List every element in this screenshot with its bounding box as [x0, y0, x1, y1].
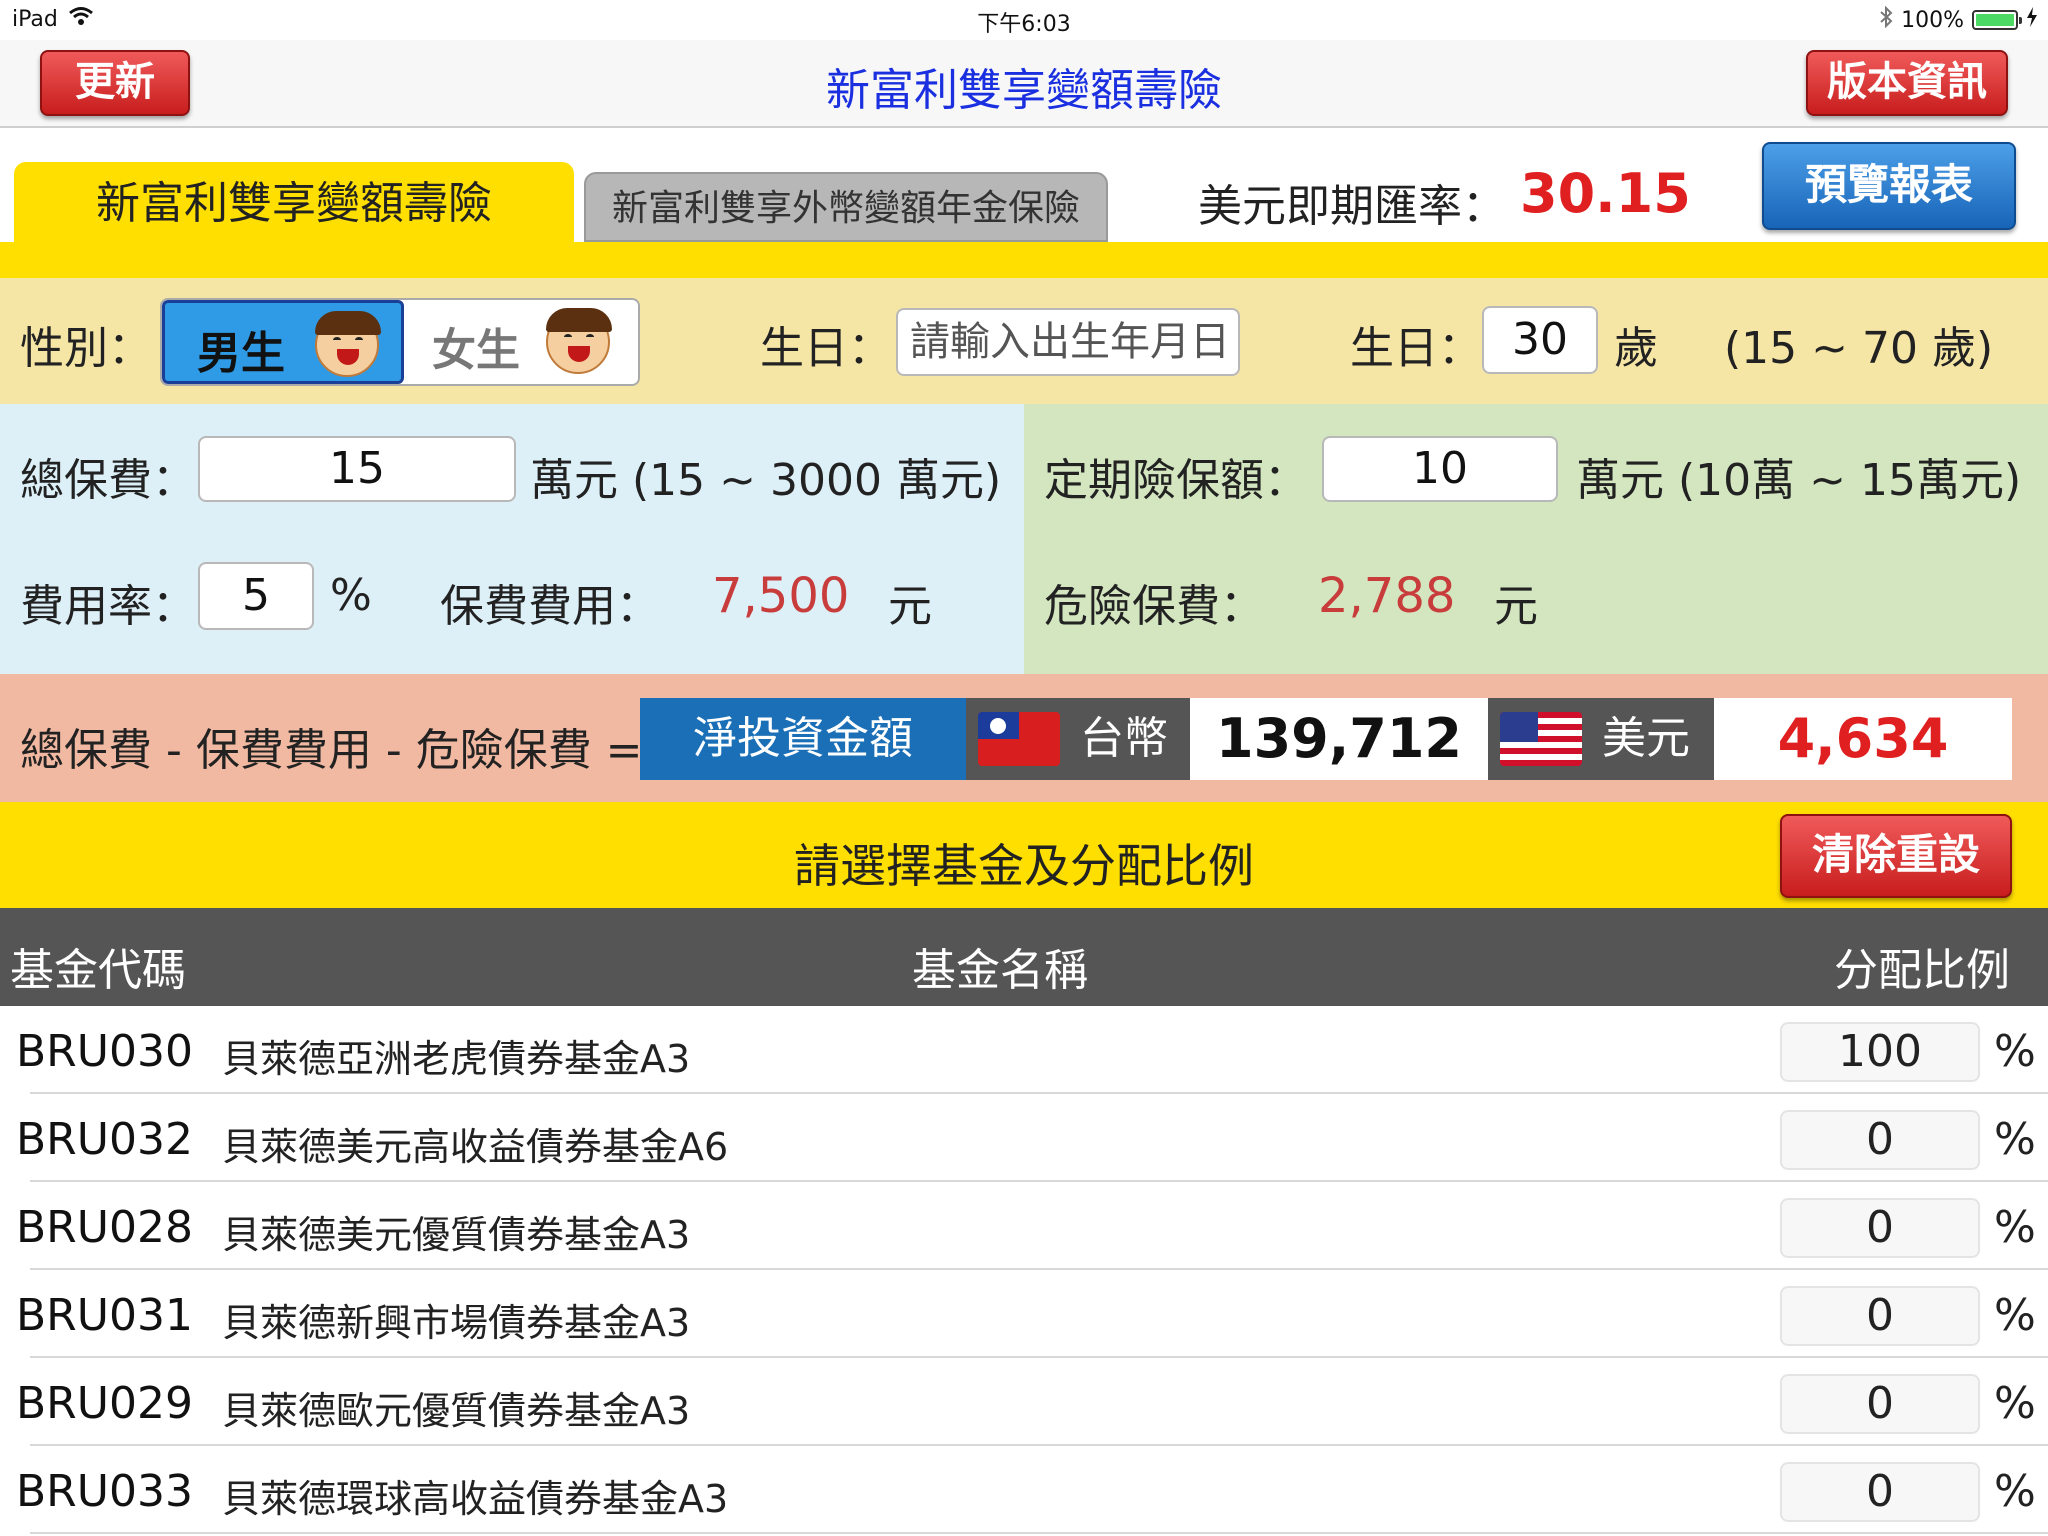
allocation-input[interactable]: 0: [1780, 1374, 1980, 1434]
girl-face-icon: [546, 308, 612, 374]
tab-life-insurance[interactable]: 新富利雙享變額壽險: [14, 162, 574, 242]
age-range: (15 ~ 70 歲): [1724, 323, 1994, 374]
bluetooth-icon: [1879, 5, 1893, 34]
twd-value: 139,712: [1190, 698, 1488, 780]
exchange-rate-label: 美元即期匯率：: [1198, 181, 1506, 232]
table-row: BRU028 貝萊德美元優質債券基金A3 0 %: [16, 1182, 2048, 1270]
nav-bar: 更新 新富利雙享變額壽險 版本資訊: [0, 40, 2048, 128]
allocation-input[interactable]: 0: [1780, 1198, 1980, 1258]
preview-report-button[interactable]: 預覽報表: [1762, 142, 2016, 230]
charging-icon: [2026, 7, 2038, 33]
table-row: BRU032 貝萊德美元高收益債券基金A6 0 %: [16, 1094, 2048, 1182]
premium-panel: 總保費： 15 萬元 (15 ~ 3000 萬元) 費用率： 5 % 保費費用：…: [0, 404, 1024, 674]
allocation-unit: %: [1994, 1202, 2036, 1253]
fund-name: 貝萊德歐元優質債券基金A3: [222, 1389, 691, 1433]
age-label: 生日：: [1350, 323, 1482, 374]
age-unit: 歲: [1614, 323, 1658, 374]
premium-fee-label: 保費費用：: [440, 581, 660, 632]
fund-code: BRU030: [16, 1026, 193, 1077]
term-amount-label: 定期險保額：: [1044, 455, 1308, 506]
clear-reset-button[interactable]: 清除重設: [1780, 814, 2012, 898]
twd-currency-box: 台幣: [966, 698, 1190, 780]
table-row: BRU033 貝萊德環球高收益債券基金A3 0 %: [16, 1446, 2048, 1534]
fee-rate-unit: %: [330, 570, 372, 621]
term-amount-input[interactable]: 10: [1322, 436, 1558, 502]
allocation-input[interactable]: 0: [1780, 1110, 1980, 1170]
fund-name: 貝萊德美元高收益債券基金A6: [222, 1125, 729, 1169]
gender-female-label: 女生: [432, 325, 520, 376]
taiwan-flag-icon: [978, 712, 1060, 766]
term-insurance-panel: 定期險保額： 10 萬元 (10萬 ~ 15萬元) 危險保費： 2,788 元: [1024, 404, 2048, 674]
fund-table-header: 基金代碼 基金名稱 分配比例: [0, 908, 2048, 1006]
fund-name: 貝萊德環球高收益債券基金A3: [222, 1477, 729, 1521]
usd-value: 4,634: [1714, 698, 2012, 780]
birthday-label: 生日：: [760, 323, 892, 374]
allocation-unit: %: [1994, 1290, 2036, 1341]
fund-selection-title: 請選擇基金及分配比例: [794, 839, 1254, 893]
header-fund-name: 基金名稱: [912, 945, 1088, 996]
fund-name: 貝萊德亞洲老虎債券基金A3: [222, 1037, 691, 1081]
age-input[interactable]: 30: [1482, 306, 1598, 374]
total-premium-input[interactable]: 15: [198, 436, 516, 502]
fund-code: BRU032: [16, 1114, 193, 1165]
exchange-rate-value: 30.15: [1520, 162, 1691, 225]
allocation-unit: %: [1994, 1378, 2036, 1429]
allocation-input[interactable]: 100: [1780, 1022, 1980, 1082]
version-info-button[interactable]: 版本資訊: [1806, 50, 2008, 116]
usd-label: 美元: [1602, 713, 1690, 764]
table-row: BRU029 貝萊德歐元優質債券基金A3 0 %: [16, 1358, 2048, 1446]
fund-code: BRU029: [16, 1378, 193, 1429]
header-allocation: 分配比例: [1834, 945, 2010, 996]
fund-code: BRU028: [16, 1202, 193, 1253]
status-bar: iPad 下午6:03 100%: [0, 0, 2048, 40]
birthday-input[interactable]: 請輸入出生年月日: [896, 308, 1240, 376]
tab-underline: [0, 242, 2048, 278]
fund-list: BRU030 貝萊德亞洲老虎債券基金A3 100 % BRU032 貝萊德美元高…: [0, 1006, 2048, 1534]
fund-selection-bar: 請選擇基金及分配比例 清除重設: [0, 802, 2048, 908]
term-amount-unit: 萬元 (10萬 ~ 15萬元): [1576, 455, 2022, 506]
allocation-unit: %: [1994, 1466, 2036, 1517]
battery-percent: 100%: [1901, 7, 1964, 33]
fee-rate-label: 費用率：: [20, 581, 196, 632]
boy-face-icon: [315, 311, 381, 377]
usd-currency-box: 美元: [1488, 698, 1714, 780]
fund-code: BRU031: [16, 1290, 193, 1341]
risk-premium-unit: 元: [1494, 581, 1538, 632]
battery-icon: [1972, 10, 2022, 30]
fee-rate-input[interactable]: 5: [198, 562, 314, 630]
personal-info-row: 性別： 男生 女生 生日： 請輸入出生年月日 生日： 30 歲 (15 ~ 70…: [0, 278, 2048, 404]
gender-female-option[interactable]: 女生: [406, 300, 638, 384]
gender-male-label: 男生: [197, 328, 285, 379]
gender-male-option[interactable]: 男生: [162, 300, 404, 384]
page-title: 新富利雙享變額壽險: [826, 65, 1222, 116]
total-premium-label: 總保費：: [20, 455, 196, 506]
fund-name: 貝萊德新興市場債券基金A3: [222, 1301, 691, 1345]
header-fund-code: 基金代碼: [10, 945, 186, 996]
tab-annuity-insurance[interactable]: 新富利雙享外幣變額年金保險: [584, 172, 1108, 242]
table-row: BRU031 貝萊德新興市場債券基金A3 0 %: [16, 1270, 2048, 1358]
allocation-input[interactable]: 0: [1780, 1462, 1980, 1522]
status-time: 下午6:03: [977, 12, 1071, 37]
allocation-input[interactable]: 0: [1780, 1286, 1980, 1346]
premium-fee-value: 7,500: [712, 568, 850, 624]
risk-premium-value: 2,788: [1318, 568, 1456, 624]
tab-row: 新富利雙享變額壽險 新富利雙享外幣變額年金保險 美元即期匯率： 30.15 預覽…: [0, 128, 2048, 242]
table-row: BRU030 貝萊德亞洲老虎債券基金A3 100 %: [16, 1006, 2048, 1094]
total-premium-unit: 萬元 (15 ~ 3000 萬元): [530, 455, 1002, 506]
net-investment-row: 總保費 - 保費費用 - 危險保費 = 淨投資金額 台幣 139,712 美元 …: [0, 674, 2048, 802]
fund-code: BRU033: [16, 1466, 193, 1517]
gender-toggle: 男生 女生: [160, 298, 640, 386]
usa-flag-icon: [1500, 712, 1582, 766]
allocation-unit: %: [1994, 1026, 2036, 1077]
twd-label: 台幣: [1080, 713, 1168, 764]
allocation-unit: %: [1994, 1114, 2036, 1165]
risk-premium-label: 危險保費：: [1044, 581, 1264, 632]
fund-name: 貝萊德美元優質債券基金A3: [222, 1213, 691, 1257]
gender-label: 性別：: [20, 323, 152, 374]
net-investment-label: 淨投資金額: [640, 698, 966, 780]
premium-fee-unit: 元: [888, 581, 932, 632]
formula-text: 總保費 - 保費費用 - 危險保費 =: [20, 725, 643, 776]
